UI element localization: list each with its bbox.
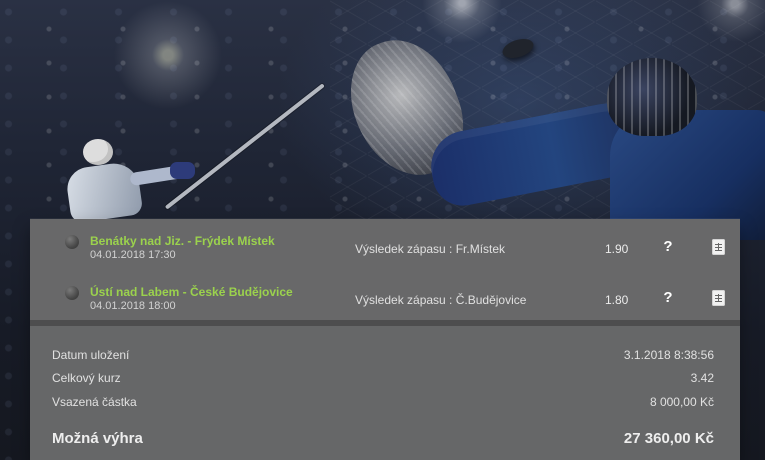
saved-date-label: Datum uložení <box>52 348 130 362</box>
stats-icon-button[interactable] <box>712 239 725 255</box>
player-jersey <box>64 160 144 224</box>
total-odds-value: 3.42 <box>690 371 714 385</box>
possible-win-value: 27 360,00 Kč <box>623 430 714 447</box>
match-date: 04.01.2018 18:00 <box>90 300 176 312</box>
bet-ticket-page: Benátky nad Jiz. - Frýdek Místek 04.01.2… <box>0 0 765 460</box>
help-icon-button[interactable]: ? <box>658 237 678 257</box>
total-odds-label: Celkový kurz <box>52 371 121 385</box>
saved-date-value: 3.1.2018 8:38:56 <box>623 348 714 362</box>
stats-icon-button[interactable] <box>712 290 725 306</box>
bet-summary: Datum uložení 3.1.2018 8:38:56 Celkový k… <box>30 326 740 460</box>
stake-label: Vsazená částka <box>52 395 137 409</box>
player-glove <box>170 162 195 179</box>
bet-market: Výsledek zápasu : Fr.Místek <box>355 242 506 256</box>
match-odds: 1.80 <box>605 293 629 307</box>
match-status-icon <box>65 235 79 249</box>
bet-market: Výsledek zápasu : Č.Budějovice <box>355 293 527 307</box>
help-icon-button[interactable]: ? <box>658 288 678 308</box>
match-row: Ústí nad Labem - České Budějovice 04.01.… <box>30 270 740 321</box>
bet-ticket-panel: Benátky nad Jiz. - Frýdek Místek 04.01.2… <box>30 219 740 460</box>
match-date: 04.01.2018 17:30 <box>90 249 176 261</box>
match-row: Benátky nad Jiz. - Frýdek Místek 04.01.2… <box>30 219 740 271</box>
player-helmet <box>83 139 113 165</box>
match-status-icon <box>65 286 79 300</box>
possible-win-label: Možná výhra <box>52 430 143 447</box>
goalie-mask <box>607 58 697 136</box>
stake-value: 8 000,00 Kč <box>649 395 714 409</box>
match-teams: Benátky nad Jiz. - Frýdek Místek <box>90 234 275 248</box>
goalie-image <box>333 24 765 240</box>
match-odds: 1.90 <box>605 242 629 256</box>
match-teams: Ústí nad Labem - České Budějovice <box>90 285 293 299</box>
